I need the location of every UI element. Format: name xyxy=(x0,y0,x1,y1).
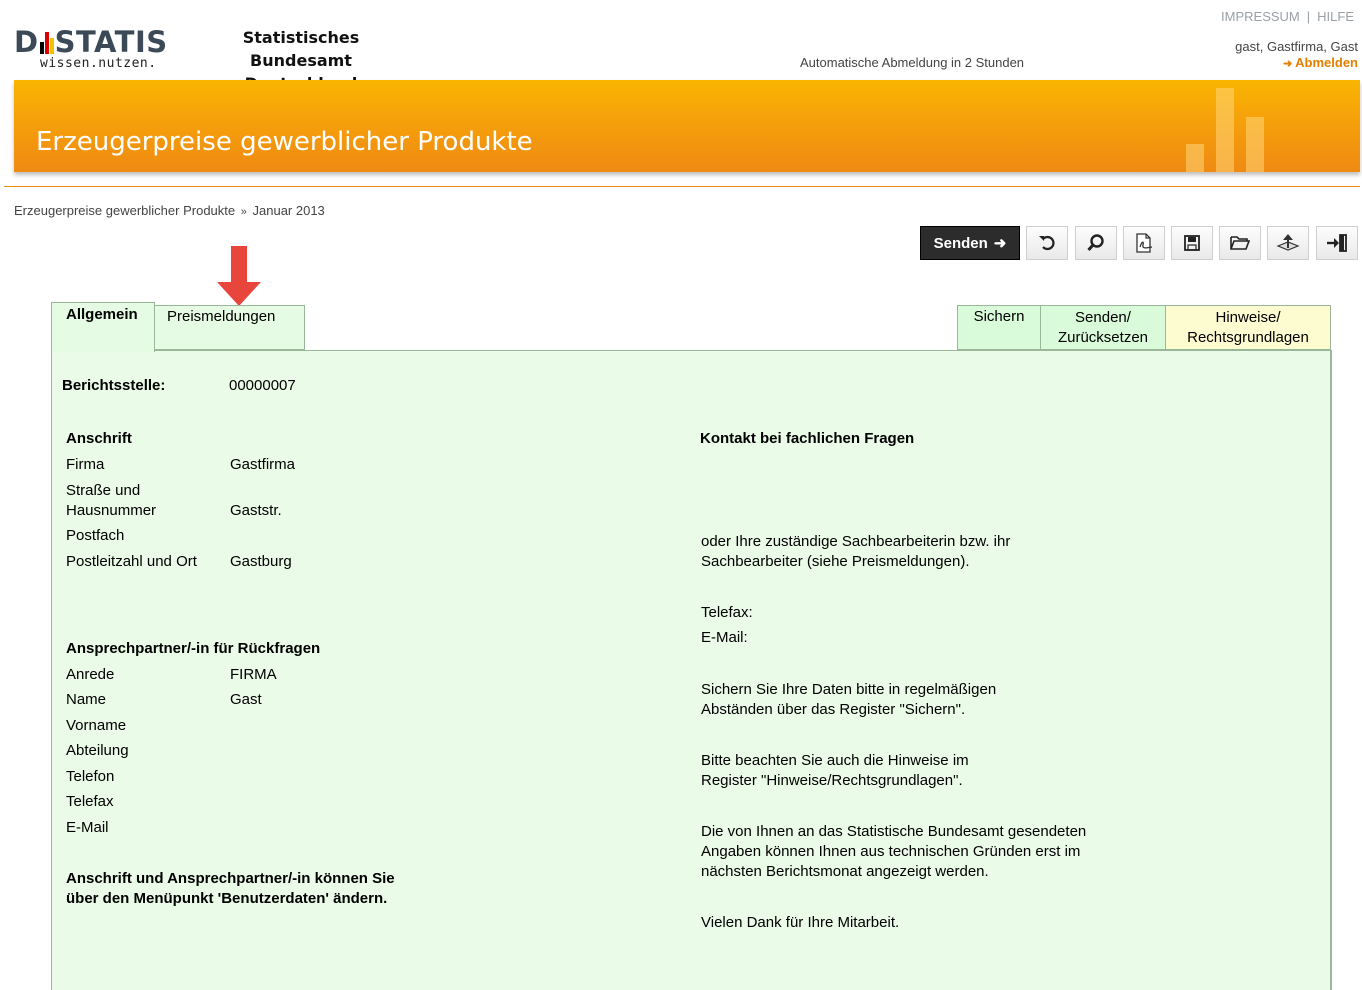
logo-letter: D xyxy=(14,25,39,59)
tab-senden-zuruecksetzen[interactable]: Senden/ Zurücksetzen xyxy=(1040,305,1166,350)
link-separator: | xyxy=(1306,9,1311,24)
plz-ort-label: Postleitzahl und Ort xyxy=(66,553,197,570)
open-folder-button[interactable] xyxy=(1219,226,1261,260)
berichtsstelle-label: Berichtsstelle: xyxy=(62,377,166,394)
name-value: Gast xyxy=(230,691,262,708)
search-button[interactable] xyxy=(1075,226,1117,260)
name-label: Name xyxy=(66,691,107,708)
pdf-print-button[interactable] xyxy=(1123,226,1165,260)
agency-line1: Statistisches Bundesamt xyxy=(242,28,360,70)
strasse-label-line2: Hausnummer xyxy=(66,502,157,519)
anrede-value: FIRMA xyxy=(230,666,277,683)
pdf-print-icon xyxy=(1136,233,1153,253)
telefon-label: Telefon xyxy=(66,768,115,785)
thanks-text: Vielen Dank für Ihre Mitarbeit. xyxy=(701,914,900,931)
logo-letters: STATIS xyxy=(54,25,168,59)
open-folder-icon xyxy=(1230,236,1251,250)
vorname-label: Vorname xyxy=(66,717,127,734)
benutzerdaten-note-line1: Anschrift und Ansprechpartner/-in können… xyxy=(66,870,395,887)
kontakt-heading: Kontakt bei fachlichen Fragen xyxy=(700,430,915,447)
benutzerdaten-note-line2: über den Menüpunkt 'Benutzerdaten' änder… xyxy=(66,890,388,907)
tab-allgemein[interactable]: Allgemein xyxy=(51,302,155,352)
auto-logout-notice: Automatische Abmeldung in 2 Stunden xyxy=(800,55,1025,70)
tab-senden-line2: Zurücksetzen xyxy=(1057,329,1149,346)
tab-preismeldungen[interactable]: Preismeldungen xyxy=(154,305,305,350)
firma-value: Gastfirma xyxy=(230,456,296,473)
tab-hinweise-line1: Hinweise/ xyxy=(1215,309,1281,326)
data-delay-note-line3: nächsten Berichtsmonat angezeigt werden. xyxy=(701,863,989,880)
hilfe-link[interactable]: HILFE xyxy=(1317,9,1354,24)
tab-senden-line1: Senden/ xyxy=(1075,309,1131,326)
banner-bar-decoration xyxy=(1246,117,1264,172)
upload-button[interactable] xyxy=(1267,226,1309,260)
save-button[interactable] xyxy=(1171,226,1213,260)
flag-bars-icon xyxy=(39,32,54,54)
strasse-label-line1: Straße und xyxy=(66,482,141,499)
hinweise-hint-line1: Bitte beachten Sie auch die Hinweise im xyxy=(701,752,969,769)
search-icon xyxy=(1087,234,1104,252)
anschrift-heading: Anschrift xyxy=(66,430,132,447)
kontakt-text-line2: Sachbearbeiter (siehe Preismeldungen). xyxy=(701,553,970,570)
top-links: IMPRESSUM | HILFE xyxy=(1221,9,1354,24)
hinweise-hint-line2: Register "Hinweise/Rechtsgrundlagen". xyxy=(701,772,963,789)
data-delay-note-line1: Die von Ihnen an das Statistische Bundes… xyxy=(701,823,1087,840)
logo-wordmark: D STATIS xyxy=(14,26,168,58)
exit-icon xyxy=(1327,234,1347,252)
arrow-right-icon: ➜ xyxy=(993,235,1007,252)
sichern-hint-line2: Abständen über das Register "Sichern". xyxy=(701,701,966,718)
breadcrumb-separator: » xyxy=(240,206,247,218)
kontakt-telefax-label: Telefax: xyxy=(701,604,753,621)
data-delay-note-line2: Angaben können Ihnen aus technischen Grü… xyxy=(701,843,1081,860)
undo-icon xyxy=(1039,235,1055,251)
save-icon xyxy=(1184,235,1200,251)
logout-link[interactable]: ➜ Abmelden xyxy=(1283,55,1358,70)
page-title: Erzeugerpreise gewerblicher Produkte xyxy=(36,127,533,157)
logout-arrow-icon: ➜ xyxy=(1282,58,1293,70)
telefax-label: Telefax xyxy=(66,793,114,810)
logout-label: Abmelden xyxy=(1295,55,1358,70)
ansprechpartner-heading: Ansprechpartner/-in für Rückfragen xyxy=(66,640,321,657)
berichtsstelle-value: 00000007 xyxy=(229,377,296,394)
user-info: gast, Gastfirma, Gast xyxy=(1235,39,1358,54)
impressum-link[interactable]: IMPRESSUM xyxy=(1221,9,1300,24)
breadcrumb-item-survey[interactable]: Erzeugerpreise gewerblicher Produkte xyxy=(14,203,235,218)
header-divider xyxy=(4,186,1360,187)
logo-tagline: wissen.nutzen. xyxy=(40,56,157,71)
email-label: E-Mail xyxy=(66,819,109,836)
upload-icon xyxy=(1276,234,1300,251)
page-banner: Erzeugerpreise gewerblicher Produkte xyxy=(14,80,1360,172)
destatis-logo[interactable]: D STATIS wissen.nutzen. xyxy=(14,26,179,74)
sichern-hint-line1: Sichern Sie Ihre Daten bitte in regelmäß… xyxy=(701,681,997,698)
kontakt-email-label: E-Mail: xyxy=(701,629,748,646)
banner-bar-decoration xyxy=(1186,144,1204,172)
plz-ort-value: Gastburg xyxy=(230,553,292,570)
tab-sichern[interactable]: Sichern xyxy=(957,305,1041,350)
anrede-label: Anrede xyxy=(66,666,115,683)
breadcrumb-item-month: Januar 2013 xyxy=(252,203,325,218)
strasse-value: Gaststr. xyxy=(230,502,282,519)
red-arrow-indicator xyxy=(217,246,261,306)
banner-bar-decoration xyxy=(1216,88,1234,172)
firma-label: Firma xyxy=(66,456,105,473)
send-button-label: Senden xyxy=(933,234,988,252)
abteilung-label: Abteilung xyxy=(66,742,129,759)
kontakt-text-line1: oder Ihre zuständige Sachbearbeiterin bz… xyxy=(701,533,1011,550)
undo-button[interactable] xyxy=(1026,226,1068,260)
exit-button[interactable] xyxy=(1316,226,1358,260)
breadcrumb: Erzeugerpreise gewerblicher Produkte » J… xyxy=(14,203,325,218)
send-button[interactable]: Senden ➜ xyxy=(920,226,1020,260)
tab-hinweise[interactable]: Hinweise/ Rechtsgrundlagen xyxy=(1165,305,1331,350)
tab-hinweise-line2: Rechtsgrundlagen xyxy=(1187,329,1309,346)
postfach-label: Postfach xyxy=(66,527,125,544)
